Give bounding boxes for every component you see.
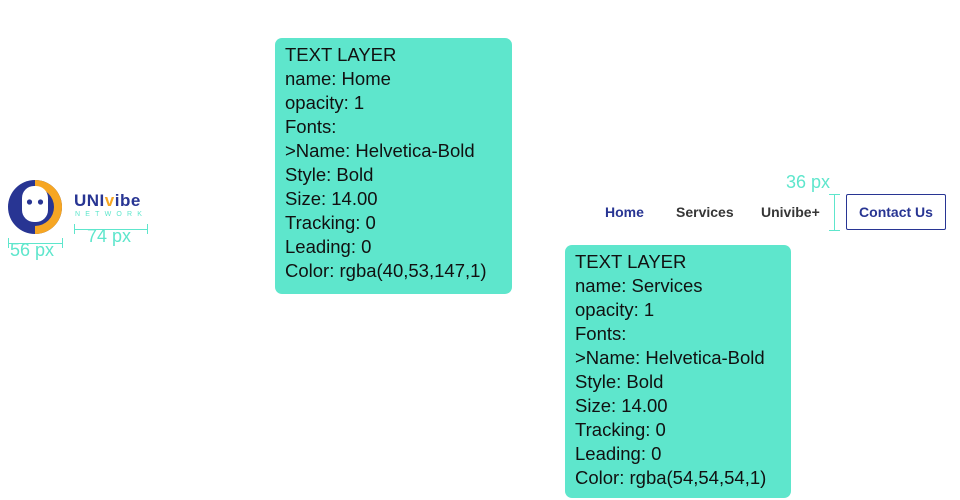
measure-label-logo-mark: 56 px xyxy=(10,240,55,260)
measure-tick-right xyxy=(62,238,63,248)
spec-line: Fonts: xyxy=(575,323,627,344)
spec-line: Style: Bold xyxy=(285,164,374,185)
spec-line: name: Home xyxy=(285,68,391,89)
spec-line: TEXT LAYER xyxy=(285,44,397,65)
spec-line: Color: rgba(40,53,147,1) xyxy=(285,260,487,281)
spec-line: name: Services xyxy=(575,275,703,296)
measure-cap-bottom xyxy=(829,230,840,231)
spec-line: Size: 14.00 xyxy=(285,188,378,209)
logo-icon xyxy=(8,180,62,234)
measure-tick-right xyxy=(147,224,148,234)
spec-line: Tracking: 0 xyxy=(575,419,666,440)
measure-label-nav-height: 36 px xyxy=(786,172,831,192)
spec-line: >Name: Helvetica-Bold xyxy=(285,140,475,161)
contact-us-label: Contact Us xyxy=(859,204,933,220)
spec-line: Size: 14.00 xyxy=(575,395,668,416)
contact-us-button[interactable]: Contact Us xyxy=(846,194,946,230)
measure-line-nav-height xyxy=(834,194,835,230)
spec-line: opacity: 1 xyxy=(285,92,365,113)
brand-name: UNIvibe xyxy=(74,191,141,210)
nav-home-link[interactable]: Home xyxy=(605,204,644,220)
spec-panel-home: TEXT LAYER name: Home opacity: 1 Fonts: … xyxy=(275,38,512,294)
brand-wordmark: UNIvibe NETWORK xyxy=(74,192,150,226)
brand-tagline: NETWORK xyxy=(75,211,148,218)
spec-line: Leading: 0 xyxy=(575,443,662,464)
spec-line: Color: rgba(54,54,54,1) xyxy=(575,467,767,488)
spec-line: opacity: 1 xyxy=(575,299,655,320)
spec-line: Fonts: xyxy=(285,116,337,137)
spec-panel-services: TEXT LAYER name: Services opacity: 1 Fon… xyxy=(565,245,791,498)
spec-line: >Name: Helvetica-Bold xyxy=(575,347,765,368)
nav-univibe-plus-link[interactable]: Univibe+ xyxy=(761,204,820,220)
spec-line: Leading: 0 xyxy=(285,236,372,257)
spec-line: Tracking: 0 xyxy=(285,212,376,233)
nav-services-link[interactable]: Services xyxy=(676,204,734,220)
spec-line: Style: Bold xyxy=(575,371,664,392)
measure-label-wordmark: 74 px xyxy=(87,226,132,246)
spec-line: TEXT LAYER xyxy=(575,251,687,272)
